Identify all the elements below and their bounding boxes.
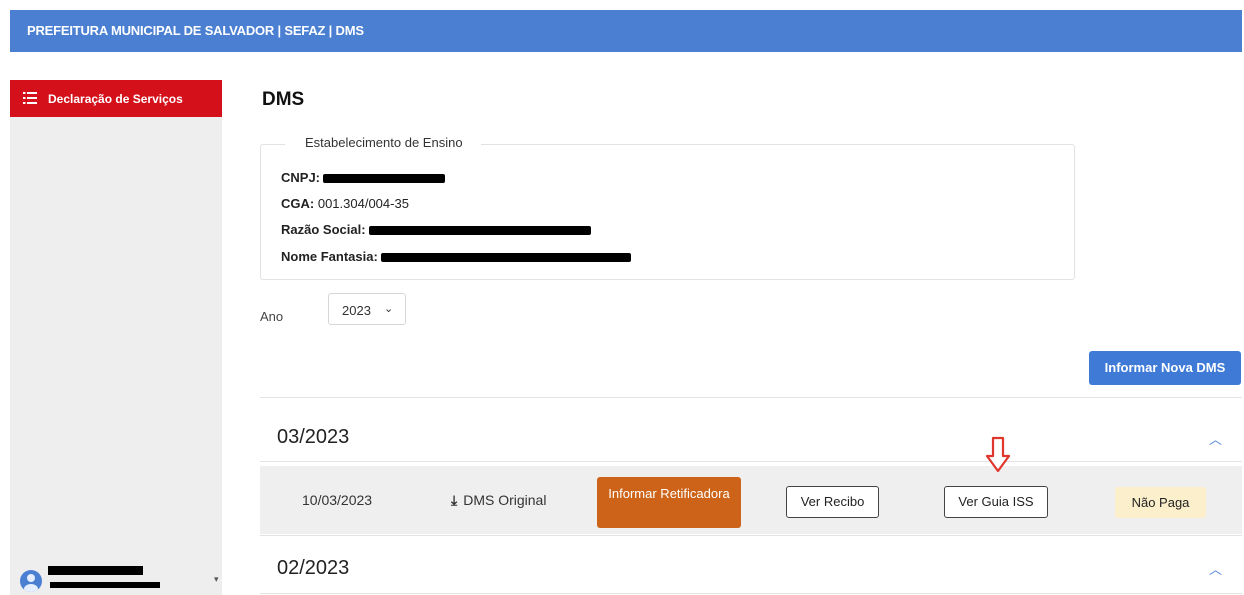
divider [260, 461, 1242, 462]
sidebar: Declaração de Serviços ▾ [10, 80, 222, 595]
ver-guia-iss-button[interactable]: Ver Guia ISS [944, 486, 1048, 518]
establishment-legend: Estabelecimento de Ensino [285, 135, 481, 150]
period-header-02-2023[interactable]: 02/2023 [277, 557, 349, 580]
page-title: DMS [262, 89, 305, 110]
informar-retificadora-button[interactable]: Informar Retificadora [597, 477, 741, 528]
chevron-down-icon: ⌄ [384, 303, 394, 315]
sidebar-item-label: Declaração de Serviços [48, 92, 183, 106]
chevron-down-icon[interactable]: ▾ [214, 574, 219, 585]
user-avatar-icon[interactable] [20, 570, 42, 592]
download-label: DMS Original [463, 492, 547, 508]
divider [260, 535, 1242, 536]
nome-fantasia-label: Nome Fantasia: [281, 249, 378, 264]
year-label: Ano [260, 309, 284, 324]
nome-fantasia-value-redacted [380, 253, 631, 263]
divider [260, 397, 1242, 398]
chevron-up-icon[interactable]: ︿ [1209, 429, 1222, 448]
period-header-03-2023[interactable]: 03/2023 [277, 426, 349, 449]
ver-recibo-button[interactable]: Ver Recibo [786, 486, 879, 518]
status-badge: Não Paga [1115, 487, 1206, 518]
app-title: PREFEITURA MUNICIPAL DE SALVADOR | SEFAZ… [27, 23, 364, 38]
list-icon [23, 91, 37, 105]
cga-field: CGA: 001.304/004-35 [281, 196, 409, 211]
user-name-redacted [48, 566, 143, 575]
razao-social-field: Razão Social: [281, 222, 591, 237]
year-select-value: 2023 [342, 303, 371, 318]
chevron-up-icon[interactable]: ︿ [1209, 559, 1222, 578]
razao-social-label: Razão Social: [281, 222, 366, 237]
annotation-arrow-icon [985, 436, 1011, 473]
nome-fantasia-field: Nome Fantasia: [281, 249, 631, 264]
razao-social-value-redacted [368, 226, 591, 236]
download-icon: ⤓ [451, 492, 458, 508]
cnpj-label: CNPJ: [281, 170, 321, 185]
top-header-bar: PREFEITURA MUNICIPAL DE SALVADOR | SEFAZ… [10, 10, 1242, 52]
cga-value: 001.304/004-35 [317, 196, 409, 211]
divider [260, 593, 1242, 594]
cnpj-value-redacted [323, 174, 446, 184]
sidebar-item-declaracao-servicos[interactable]: Declaração de Serviços [10, 80, 222, 117]
user-email-redacted [50, 582, 160, 588]
new-dms-button[interactable]: Informar Nova DMS [1089, 351, 1241, 385]
year-select[interactable]: 2023 ⌄ [328, 293, 406, 325]
dms-entry-row [260, 466, 1242, 534]
dms-original-download-link[interactable]: ⤓ DMS Original [451, 492, 546, 509]
cnpj-field: CNPJ: [281, 170, 446, 185]
cga-label: CGA: [281, 196, 315, 211]
entry-date: 10/03/2023 [302, 492, 373, 508]
